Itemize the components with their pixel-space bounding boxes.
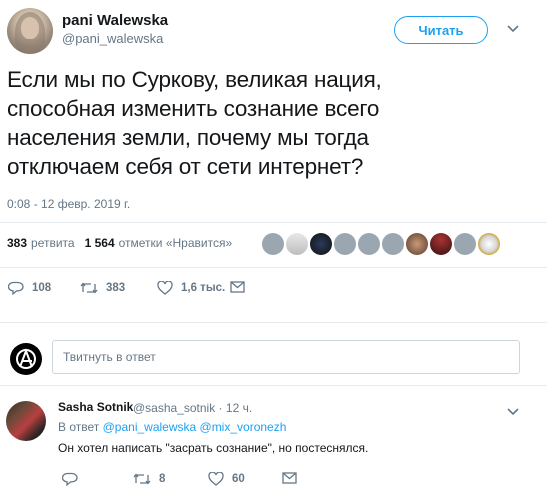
tweet-text-line: отключаем себя от сети интернет? xyxy=(7,154,364,179)
divider xyxy=(0,322,547,323)
tweet-text-line: Если мы по Суркову, великая нация, xyxy=(7,67,382,92)
reply-input[interactable]: Твитнуть в ответ xyxy=(52,340,520,374)
liker-avatar[interactable] xyxy=(358,233,380,255)
retweet-icon xyxy=(133,473,151,485)
reply-like-action[interactable]: 60 xyxy=(208,472,245,486)
liker-avatar[interactable] xyxy=(382,233,404,255)
divider xyxy=(0,267,547,268)
tweet-text-line: населения земли, почему мы тогда xyxy=(7,125,369,150)
in-reply-prefix: В ответ xyxy=(58,420,100,434)
likes-label[interactable]: отметки «Нравится» xyxy=(119,236,233,250)
tweet-stats: 383 ретвита 1 564 отметки «Нравится» xyxy=(7,236,232,250)
anarchy-logo-icon xyxy=(16,348,36,369)
envelope-icon xyxy=(282,472,297,484)
divider xyxy=(0,222,547,223)
likes-count[interactable]: 1 564 xyxy=(85,236,115,250)
heart-icon xyxy=(208,472,224,486)
liker-avatar[interactable] xyxy=(454,233,476,255)
author-handle[interactable]: @pani_walewska xyxy=(62,31,163,46)
author-avatar[interactable] xyxy=(7,8,53,54)
retweet-action[interactable]: 383 xyxy=(80,281,125,295)
message-action[interactable] xyxy=(230,281,253,293)
chevron-down-icon xyxy=(507,408,519,416)
reply-like-count: 60 xyxy=(232,473,245,485)
liker-avatar[interactable] xyxy=(334,233,356,255)
liker-avatar[interactable] xyxy=(406,233,428,255)
reply-icon xyxy=(8,281,24,295)
liker-avatar[interactable] xyxy=(262,233,284,255)
reply-author-avatar[interactable] xyxy=(6,401,46,441)
liker-avatar[interactable] xyxy=(286,233,308,255)
liker-avatar[interactable] xyxy=(478,233,500,255)
reply-message-action[interactable] xyxy=(282,472,305,484)
user-avatar[interactable] xyxy=(10,343,42,375)
retweet-count: 383 xyxy=(106,282,126,294)
liker-avatar[interactable] xyxy=(310,233,332,255)
reply-tweet-text: Он хотел написать "засрать сознание", но… xyxy=(58,441,369,455)
follow-button[interactable]: Читать xyxy=(394,16,488,44)
reply-more-options-button[interactable] xyxy=(507,403,519,421)
reply-action[interactable]: 108 xyxy=(8,281,51,295)
tweet-text: Если мы по Суркову, великая нация, спосо… xyxy=(7,65,527,181)
envelope-icon xyxy=(230,281,245,293)
like-action[interactable]: 1,6 тыс. xyxy=(157,281,225,295)
reply-reply-action[interactable] xyxy=(62,472,86,486)
author-name[interactable]: pani Walewska xyxy=(62,12,168,29)
reply-count: 108 xyxy=(32,282,52,294)
reply-retweet-action[interactable]: 8 xyxy=(133,472,165,486)
tweet-timestamp[interactable]: 0:08 - 12 февр. 2019 г. xyxy=(7,197,130,211)
liker-avatar[interactable] xyxy=(430,233,452,255)
divider xyxy=(0,385,547,386)
in-reply-to: В ответ @pani_walewska @mix_voronezh xyxy=(58,420,286,434)
like-count: 1,6 тыс. xyxy=(181,282,226,294)
chevron-down-icon xyxy=(507,25,519,33)
heart-icon xyxy=(157,281,173,295)
reply-icon xyxy=(62,472,78,486)
reply-author-meta[interactable]: @sasha_sotnik · 12 ч. xyxy=(133,401,252,415)
retweet-icon xyxy=(80,282,98,294)
more-options-button[interactable] xyxy=(505,21,521,37)
retweets-label[interactable]: ретвита xyxy=(31,236,75,250)
in-reply-users[interactable]: @pani_walewska @mix_voronezh xyxy=(103,420,287,434)
retweets-count[interactable]: 383 xyxy=(7,236,27,250)
tweet-text-line: способная изменить сознание всего xyxy=(7,96,380,121)
reply-author-name[interactable]: Sasha Sotnik xyxy=(58,400,133,414)
reply-retweet-count: 8 xyxy=(159,473,166,485)
avatar-face xyxy=(21,17,39,39)
